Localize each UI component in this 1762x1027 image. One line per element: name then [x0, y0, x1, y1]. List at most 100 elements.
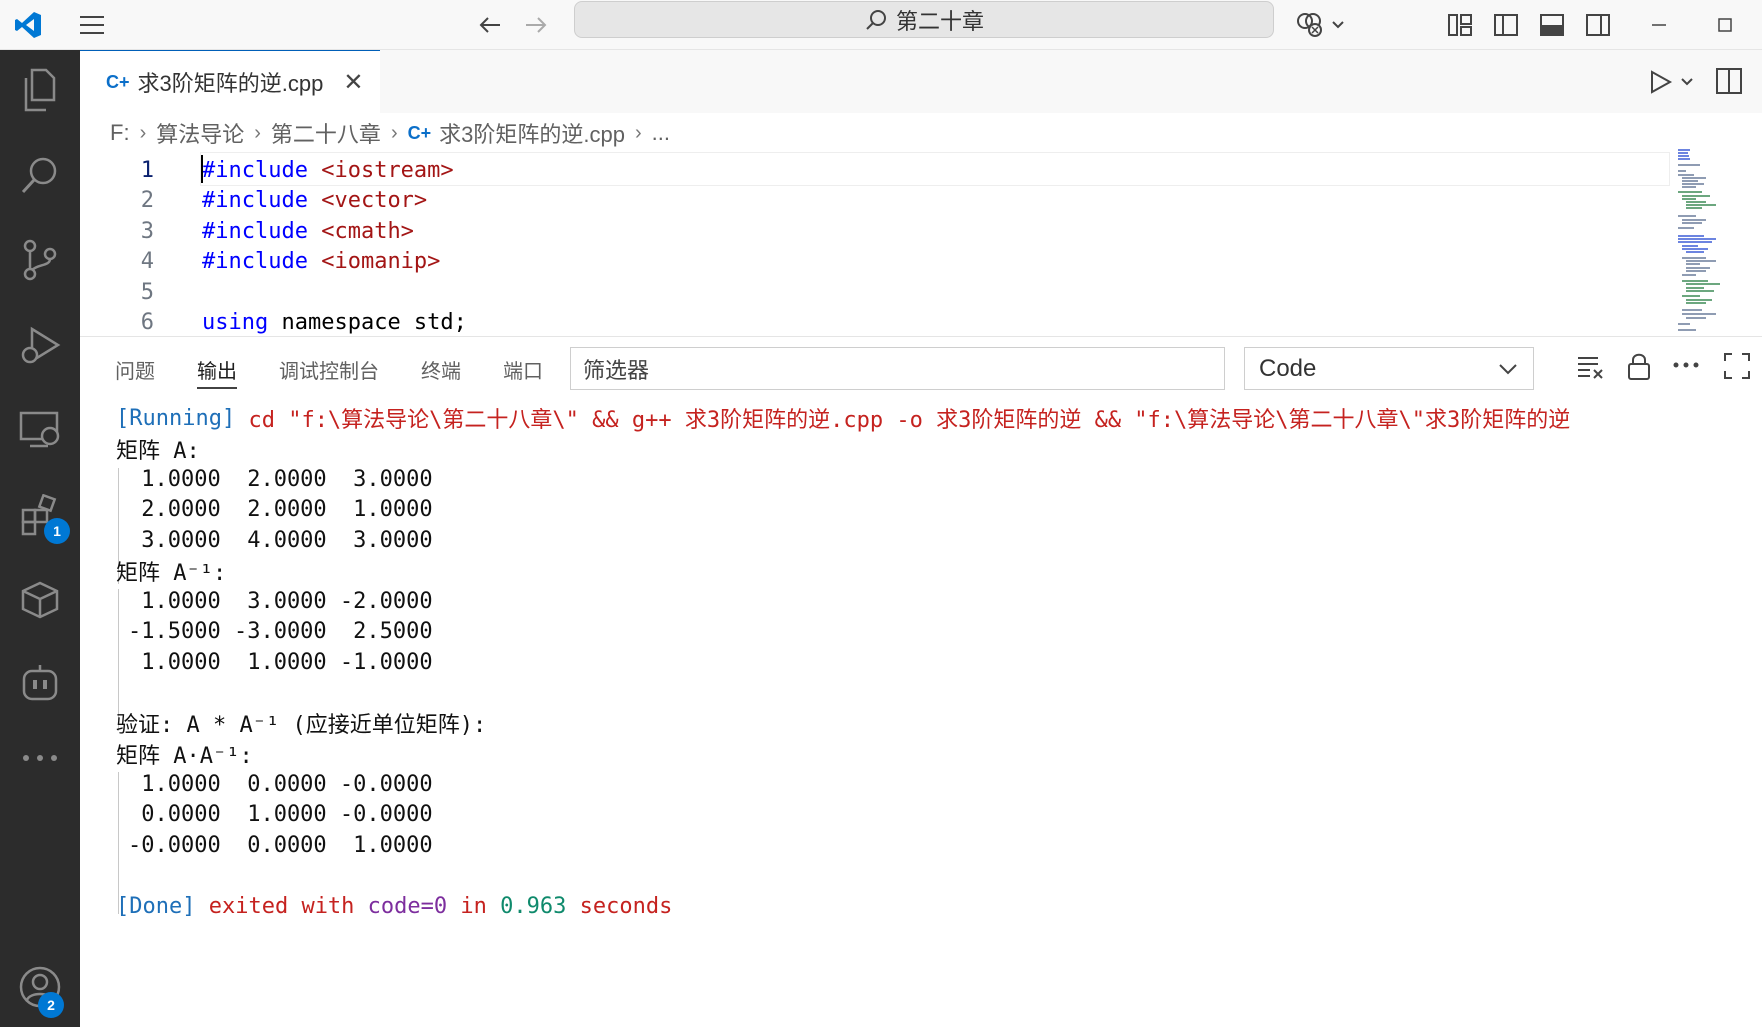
output-line: [Done] exited with code=0 in 0.963 secon…: [116, 889, 672, 923]
command-center-search[interactable]: 第二十章: [574, 1, 1274, 38]
code-keyword: #include: [202, 157, 308, 183]
close-icon[interactable]: ✕: [343, 68, 363, 97]
line-number: 6: [140, 310, 154, 335]
code-header: <cmath>: [307, 218, 414, 244]
chevron-right-icon: ›: [634, 121, 642, 144]
copilot-icon[interactable]: [1290, 0, 1350, 50]
tab-active-file[interactable]: C+ 求3阶矩阵的逆.cpp ✕: [80, 50, 380, 113]
maximize-icon[interactable]: [1700, 0, 1750, 50]
accounts-icon[interactable]: 2: [0, 947, 80, 1027]
breadcrumb-symbols[interactable]: ...: [652, 120, 670, 146]
search-text: 第二十章: [895, 8, 984, 34]
toggle-secondary-sidebar-icon[interactable]: [1578, 0, 1618, 50]
matrix-row: 2.0000 2.0000 1.0000: [128, 497, 433, 522]
minimize-icon[interactable]: [1634, 0, 1684, 50]
code-line: 4 #include <iomanip>: [80, 245, 441, 279]
breadcrumb-folder-1[interactable]: 算法导论: [156, 117, 244, 149]
output-view[interactable]: [Running] cd "f:\算法导论\第二十八章\" && g++ 求3阶…: [116, 401, 1756, 1021]
minimap[interactable]: [1676, 148, 1746, 336]
clear-output-icon[interactable]: [1576, 351, 1606, 386]
breadcrumb-folder-2[interactable]: 第二十八章: [271, 117, 381, 149]
extensions-icon[interactable]: 1: [0, 475, 80, 555]
line-number: 5: [140, 279, 154, 305]
output-line: 矩阵 A⁻¹:: [116, 560, 227, 586]
code-line: 3 #include <cmath>: [80, 214, 414, 248]
code-editor[interactable]: 1 #include <iostream> 2 #include <vector…: [80, 153, 1680, 336]
more-icon[interactable]: [0, 718, 80, 798]
line-number: 3: [140, 218, 154, 244]
code-line: 1 #include <iostream>: [80, 153, 454, 187]
code-header: <vector>: [307, 188, 428, 213]
more-actions-icon[interactable]: [1672, 357, 1700, 375]
code-header: <iomanip>: [307, 249, 441, 274]
customize-layout-icon[interactable]: [1440, 0, 1480, 50]
back-arrow-icon[interactable]: [470, 0, 510, 50]
line-number: 2: [140, 188, 154, 213]
output-channel-select[interactable]: Code: [1244, 347, 1534, 390]
lock-icon[interactable]: [1626, 351, 1652, 386]
running-tag: [Running]: [116, 405, 236, 431]
done-in: in: [447, 893, 501, 919]
code-line: 2 #include <vector>: [80, 184, 427, 218]
filter-input[interactable]: 筛选器: [570, 347, 1225, 390]
running-command: cd "f:\算法导论\第二十八章\" && g++ 求3阶矩阵的逆.cpp -…: [235, 408, 1571, 433]
editor-tabs: C+ 求3阶矩阵的逆.cpp ✕: [80, 50, 1762, 113]
remote-explorer-icon[interactable]: [0, 390, 80, 470]
output-line: 矩阵 A:: [116, 438, 200, 464]
run-code-icon[interactable]: [1648, 68, 1696, 101]
code-text: namespace std;: [268, 310, 467, 335]
chevron-right-icon: ›: [139, 121, 147, 144]
chevron-down-icon: [1499, 364, 1517, 375]
bottom-panel: 问题 输出 调试控制台 终端 端口 筛选器 Code [Running] cd …: [80, 336, 1762, 1027]
code-keyword: #include: [202, 188, 308, 213]
matrix-row: 3.0000 4.0000 3.0000: [128, 527, 433, 553]
tab-terminal[interactable]: 终端: [421, 337, 461, 401]
text-cursor: [201, 155, 203, 183]
matrix-row: 1.0000 0.0000 -0.0000: [128, 771, 433, 797]
tab-label: 求3阶矩阵的逆.cpp: [137, 71, 324, 96]
tab-debug-console[interactable]: 调试控制台: [279, 337, 379, 401]
package-icon[interactable]: [0, 560, 80, 640]
matrix-row: 1.0000 3.0000 -2.0000: [128, 588, 433, 614]
channel-label: Code: [1259, 354, 1317, 382]
toggle-panel-icon[interactable]: [1532, 0, 1572, 50]
breadcrumb-file[interactable]: 求3阶矩阵的逆.cpp: [439, 117, 625, 149]
accounts-badge: 2: [38, 992, 64, 1018]
output-line: [Running] cd "f:\算法导论\第二十八章\" && g++ 求3阶…: [116, 401, 1570, 435]
tab-problems[interactable]: 问题: [115, 337, 155, 401]
code-keyword: using: [202, 310, 269, 335]
filter-placeholder: 筛选器: [583, 357, 650, 383]
run-and-debug-icon[interactable]: [0, 305, 80, 385]
matrix-row: 0.0000 1.0000 -0.0000: [128, 802, 433, 827]
line-number: 1: [140, 157, 154, 183]
split-editor-icon[interactable]: [1714, 66, 1744, 101]
forward-arrow-icon[interactable]: [516, 0, 556, 50]
chevron-right-icon: ›: [254, 121, 261, 144]
done-seconds: seconds: [566, 893, 673, 919]
breadcrumb-drive[interactable]: F:: [110, 120, 130, 146]
toggle-primary-sidebar-icon[interactable]: [1486, 0, 1526, 50]
chevron-right-icon: ›: [390, 121, 398, 144]
panel-tabs: 问题 输出 调试控制台 终端 端口: [80, 337, 585, 401]
matrix-row: -0.0000 0.0000 1.0000: [128, 832, 433, 858]
done-code: code=0: [367, 893, 448, 919]
matrix-row: 1.0000 1.0000 -1.0000: [128, 649, 433, 675]
done-tag: [Done]: [116, 893, 196, 919]
code-keyword: #include: [202, 249, 308, 274]
search-icon[interactable]: [0, 135, 80, 215]
output-line: 验证: A * A⁻¹ (应接近单位矩阵):: [116, 713, 487, 738]
tab-output[interactable]: 输出: [197, 337, 237, 401]
chat-bot-icon[interactable]: [0, 642, 80, 722]
done-exited: exited with: [195, 893, 368, 919]
source-control-icon[interactable]: [0, 220, 80, 300]
cpp-file-icon: C+: [407, 122, 432, 143]
explorer-icon[interactable]: [0, 50, 80, 130]
menu-icon[interactable]: [70, 0, 114, 50]
tab-ports[interactable]: 端口: [503, 337, 543, 401]
title-bar: 第二十章: [0, 0, 1762, 50]
breadcrumb: F: › 算法导论 › 第二十八章 › C+ 求3阶矩阵的逆.cpp › ...: [80, 113, 670, 153]
matrix-row: -1.5000 -3.0000 2.5000: [128, 619, 433, 644]
activity-bar: 1 2: [0, 50, 80, 1027]
maximize-panel-icon[interactable]: [1722, 351, 1752, 386]
output-line: 矩阵 A·A⁻¹:: [116, 743, 253, 769]
